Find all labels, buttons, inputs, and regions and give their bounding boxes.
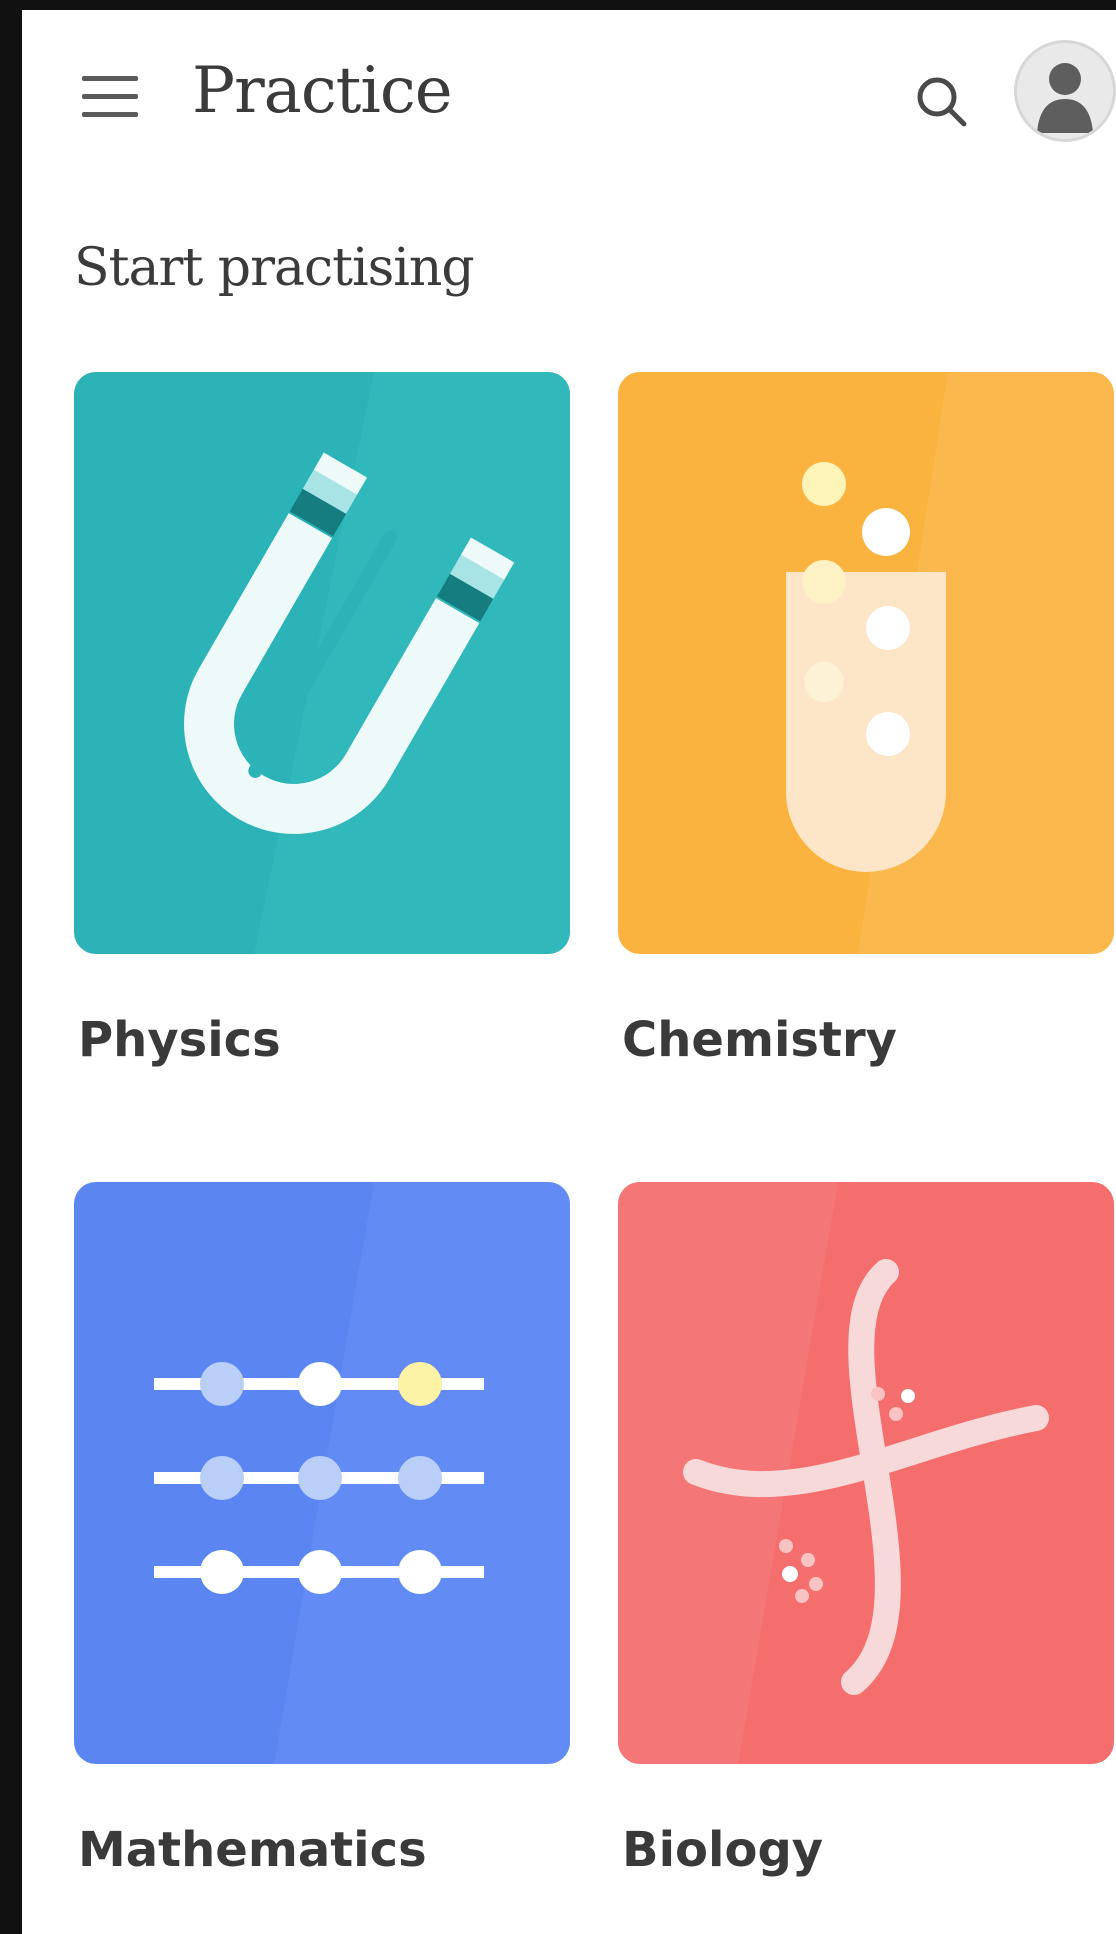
- app-bar: Practice: [22, 10, 1116, 180]
- subject-label-physics: Physics: [78, 1012, 281, 1068]
- mathematics-tile: [74, 1182, 570, 1764]
- user-avatar-icon[interactable]: [1014, 40, 1116, 142]
- physics-tile: [74, 372, 570, 954]
- subject-label-chemistry: Chemistry: [622, 1012, 897, 1068]
- subject-card-biology[interactable]: Biology: [618, 1182, 1114, 1878]
- subject-card-physics[interactable]: Physics: [74, 372, 570, 1068]
- subject-card-chemistry[interactable]: Chemistry: [618, 372, 1114, 1068]
- search-icon[interactable]: [912, 72, 972, 132]
- chemistry-tile: [618, 372, 1114, 954]
- app-screen: Practice Start practising Physics Chemis…: [22, 10, 1116, 1934]
- device-frame: Practice Start practising Physics Chemis…: [0, 0, 1116, 1934]
- hamburger-menu-icon[interactable]: [78, 70, 142, 126]
- section-title: Start practising: [74, 238, 475, 298]
- page-title: Practice: [192, 54, 453, 128]
- subject-card-mathematics[interactable]: Mathematics: [74, 1182, 570, 1878]
- subject-label-mathematics: Mathematics: [78, 1822, 427, 1878]
- subject-label-biology: Biology: [622, 1822, 824, 1878]
- biology-tile: [618, 1182, 1114, 1764]
